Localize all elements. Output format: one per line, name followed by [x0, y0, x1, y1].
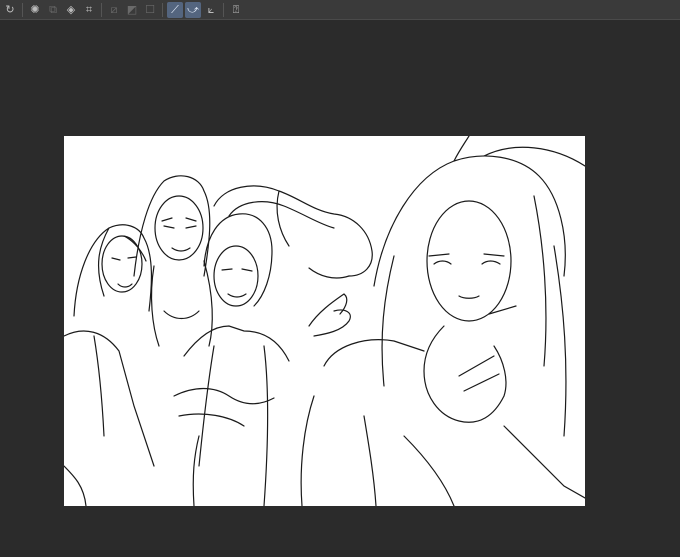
- transform-icon[interactable]: ⌗: [81, 2, 97, 18]
- figure-right: [300, 136, 585, 506]
- flexed-arm: [213, 185, 373, 279]
- command-bar: ↻ ✺ ⧉ ◈ ⌗ ⧄ ◩ ☐ ⟋ ⤻ ⟀ ⍰: [0, 0, 680, 20]
- toolbar-divider: [22, 2, 23, 17]
- snap-ruler-icon[interactable]: ⟀: [203, 2, 219, 18]
- canvas-workspace[interactable]: [0, 21, 680, 557]
- ruler-curve-icon[interactable]: ⤻: [185, 1, 201, 18]
- toolbar-divider: [162, 2, 163, 17]
- figure-center: [173, 213, 290, 506]
- help-icon[interactable]: ⍰: [228, 2, 244, 18]
- fill-bucket-icon[interactable]: ◈: [63, 2, 79, 18]
- pen-slash-icon[interactable]: ⧄: [106, 2, 122, 18]
- gesturing-hand: [308, 293, 351, 337]
- loading-spinner-icon[interactable]: ✺: [27, 2, 43, 18]
- drawing-paper[interactable]: [64, 136, 585, 506]
- layer-copy-icon[interactable]: ⧉: [45, 2, 61, 18]
- redo-icon[interactable]: ↻: [2, 2, 18, 18]
- line-art-drawing: [64, 136, 585, 506]
- ruler-line-icon[interactable]: ⟋: [167, 1, 183, 18]
- frame-icon[interactable]: ☐: [142, 2, 158, 18]
- toolbar-divider: [101, 2, 102, 17]
- tone-icon[interactable]: ◩: [124, 2, 140, 18]
- figure-left: [64, 224, 155, 506]
- toolbar-divider: [223, 2, 224, 17]
